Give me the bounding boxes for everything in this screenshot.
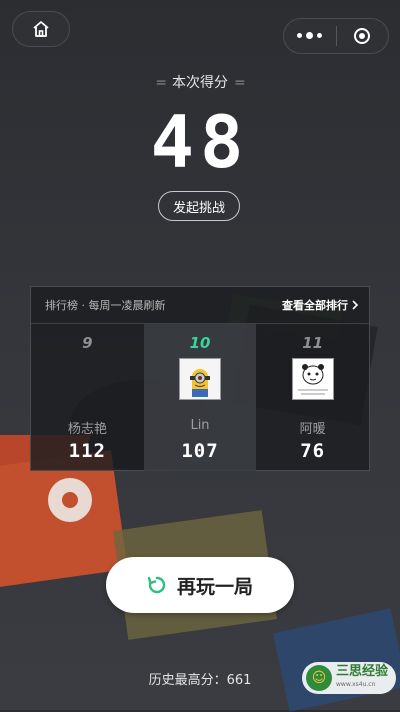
replay-label: 再玩一局 <box>176 575 253 598</box>
watermark-url: www.xs4u.cn <box>336 681 376 688</box>
background-block <box>272 608 400 712</box>
rank-number: 9 <box>82 334 93 352</box>
player-name: 杨志艳 <box>67 422 107 437</box>
avatar <box>179 358 221 400</box>
score-label-text: 本次得分 <box>172 75 228 91</box>
rank-number: 10 <box>189 334 211 352</box>
player-score: 107 <box>181 440 219 462</box>
minion-avatar-icon <box>180 359 220 399</box>
target-close-icon <box>354 28 371 44</box>
more-dots-icon <box>297 32 323 39</box>
leaderboard-title: 排行榜 · 每周一凌晨刷新 <box>45 299 166 312</box>
player-name: Lin <box>190 418 210 433</box>
watermark-text: 三思经验 www.xs4u.cn <box>336 665 388 691</box>
home-button[interactable] <box>12 11 70 47</box>
leaderboard-panel: 排行榜 · 每周一凌晨刷新 查看全部排行 9 杨志艳 112 10 Lin 10… <box>30 286 370 471</box>
close-button[interactable] <box>337 19 389 53</box>
home-icon <box>33 21 49 37</box>
more-button[interactable] <box>284 19 336 53</box>
replay-button[interactable]: 再玩一局 <box>106 557 294 613</box>
background-block-ring-hole <box>62 492 78 508</box>
score-label: = 本次得分 = <box>0 72 400 92</box>
challenge-button[interactable]: 发起挑战 <box>158 191 240 221</box>
avatar <box>291 358 334 400</box>
chevron-right-icon <box>352 300 359 310</box>
player-name: 阿暖 <box>299 422 326 437</box>
watermark-logo-icon: ☺ <box>306 665 332 691</box>
score-value: 48 <box>150 100 250 184</box>
player-score: 76 <box>300 440 326 462</box>
watermark-name: 三思经验 <box>336 664 389 679</box>
leaderboard-entries: 9 杨志艳 112 10 Lin 107 11 阿暖 76 <box>31 324 369 471</box>
replay-icon <box>147 576 166 594</box>
mini-program-capsule <box>283 18 389 54</box>
leaderboard-entry[interactable]: 9 杨志艳 112 <box>31 324 144 471</box>
view-all-label: 查看全部排行 <box>282 299 348 312</box>
panda-meme-avatar-icon <box>292 359 333 399</box>
decor-bars: = <box>234 75 246 91</box>
leaderboard-header: 排行榜 · 每周一凌晨刷新 查看全部排行 <box>31 287 369 324</box>
leaderboard-entry-current[interactable]: 10 Lin 107 <box>143 324 257 471</box>
player-score: 112 <box>68 440 106 462</box>
rank-number: 11 <box>302 334 324 352</box>
decor-bars: = <box>155 75 167 91</box>
leaderboard-entry[interactable]: 11 阿暖 76 <box>256 324 369 471</box>
view-all-ranking-link[interactable]: 查看全部排行 <box>282 297 359 313</box>
watermark: ☺ 三思经验 www.xs4u.cn <box>302 662 396 694</box>
